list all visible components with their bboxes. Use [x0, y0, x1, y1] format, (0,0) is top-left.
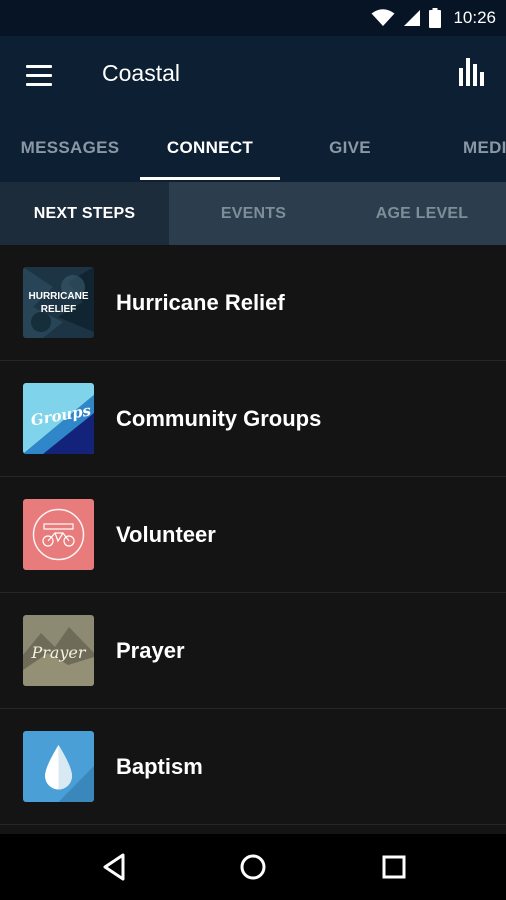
wifi-icon [371, 9, 395, 26]
tab-give[interactable]: GIVE [280, 114, 420, 182]
system-nav-bar [0, 834, 506, 900]
battery-icon [429, 8, 442, 28]
list-item-volunteer[interactable]: Volunteer [0, 477, 506, 593]
thumb-text-line-2: RELIEF [41, 304, 77, 315]
recents-icon[interactable] [376, 849, 412, 885]
sub-tab-bar: NEXT STEPS EVENTS AGE LEVEL [0, 182, 506, 245]
item-label: Hurricane Relief [116, 289, 285, 315]
prayer-thumbnail: Prayer [23, 615, 94, 686]
item-label: Volunteer [116, 521, 216, 547]
list-item-hurricane-relief[interactable]: HURRICANE RELIEF Hurricane Relief [0, 245, 506, 361]
hurricane-relief-thumbnail: HURRICANE RELIEF [23, 267, 94, 338]
list-item-baptism[interactable]: Baptism [0, 709, 506, 825]
item-label: Prayer [116, 637, 185, 663]
bar-chart-icon[interactable] [458, 56, 488, 88]
item-label: Baptism [116, 753, 203, 779]
community-groups-thumbnail: Groups [23, 383, 94, 454]
subtab-age-level[interactable]: AGE LEVEL [338, 182, 506, 245]
back-icon[interactable] [96, 849, 132, 885]
item-label: Community Groups [116, 405, 322, 431]
list-item-community-groups[interactable]: Groups Community Groups [0, 361, 506, 477]
thumb-text: Prayer [30, 643, 86, 662]
app-bar: Coastal [0, 36, 506, 114]
home-icon[interactable] [235, 849, 271, 885]
thumb-text-line-1: HURRICANE [29, 291, 89, 302]
tab-messages[interactable]: MESSAGES [0, 114, 140, 182]
status-time: 10:26 [453, 8, 496, 27]
subtab-events[interactable]: EVENTS [169, 182, 338, 245]
cellular-signal-icon [404, 10, 421, 26]
list-item-prayer[interactable]: Prayer Prayer [0, 593, 506, 709]
app-title: Coastal [102, 60, 180, 86]
main-tab-bar: MESSAGES CONNECT GIVE MEDI [0, 114, 506, 182]
subtab-next-steps[interactable]: NEXT STEPS [0, 182, 169, 245]
volunteer-thumbnail [23, 499, 94, 570]
tab-connect[interactable]: CONNECT [140, 114, 280, 182]
next-steps-list: HURRICANE RELIEF Hurricane Relief Groups… [0, 245, 506, 825]
baptism-thumbnail [23, 731, 94, 802]
tab-media[interactable]: MEDI [420, 114, 506, 182]
status-bar: 10:26 [0, 0, 506, 36]
hamburger-menu-icon[interactable] [22, 62, 56, 90]
active-tab-indicator [140, 177, 280, 180]
